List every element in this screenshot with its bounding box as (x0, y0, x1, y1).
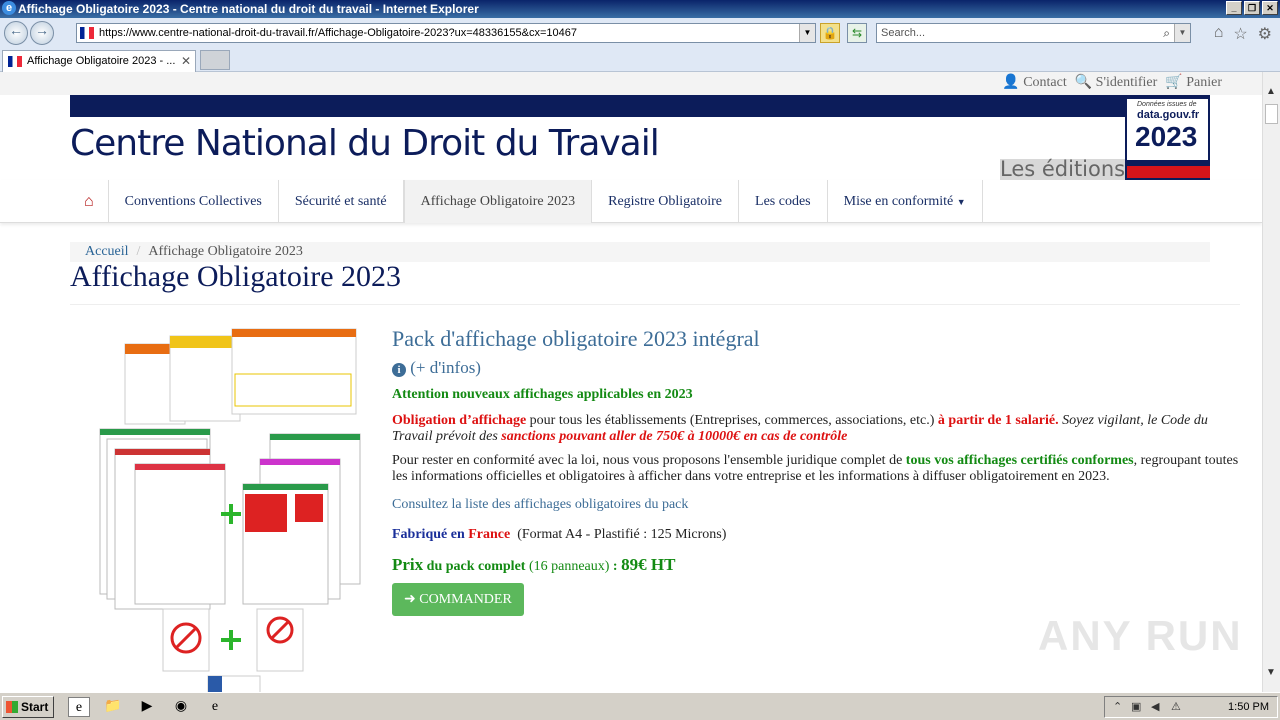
cart-icon: 🛒 (1165, 75, 1183, 90)
obligation-paragraph: Obligation d’affichage pour tous les éta… (392, 413, 1208, 444)
search-input[interactable]: Search... ⌕ ▼ (876, 23, 1191, 43)
menu-item-conventions[interactable]: Conventions Collectives (109, 180, 279, 223)
edge-icon[interactable]: e (204, 697, 226, 717)
folder-icon[interactable]: 📁 (102, 697, 124, 717)
search-icon: 🔍 (1074, 75, 1093, 90)
menu-item-securite[interactable]: Sécurité et santé (279, 180, 404, 223)
main-menu: ⌂ Conventions Collectives Sécurité et sa… (0, 180, 1262, 223)
tab-favicon-icon (8, 56, 22, 67)
search-placeholder: Search... (881, 27, 926, 39)
scroll-down-icon[interactable]: ▼ (1266, 667, 1276, 678)
top-links-bar: 👤 Contact 🔍 S'identifier 🛒 Panier (0, 72, 1262, 95)
contact-link[interactable]: 👤 Contact (1002, 74, 1066, 91)
page-title: Affichage Obligatoire 2023 (70, 260, 402, 293)
menu-item-codes[interactable]: Les codes (739, 180, 828, 223)
price-value: 89€ HT (621, 555, 676, 574)
tab-bar: Affichage Obligatoire 2023 - ... ✕ (0, 48, 1280, 72)
caret-down-icon: ▼ (956, 196, 966, 207)
address-dropdown-icon[interactable]: ▼ (799, 24, 815, 42)
product-pack-image[interactable] (95, 324, 370, 692)
divider (70, 304, 1240, 305)
network-icon[interactable]: ▣ (1131, 700, 1141, 713)
price-line: Prix du pack complet (16 panneaux) : 89€… (392, 555, 676, 574)
breadcrumb-current: Affichage Obligatoire 2023 (148, 244, 303, 259)
attention-notice: Attention nouveaux affichages applicable… (392, 387, 693, 402)
site-banner[interactable]: Centre National du Droit du Travail Les … (70, 95, 1210, 180)
chrome-icon[interactable]: ◉ (170, 697, 192, 717)
product-title: Pack d'affichage obligatoire 2023 intégr… (392, 326, 760, 351)
product-content: Pack d'affichage obligatoire 2023 intégr… (392, 326, 1244, 616)
settings-gear-icon[interactable]: ⚙ (1258, 24, 1272, 44)
address-bar[interactable]: https://www.centre-national-droit-du-tra… (76, 23, 816, 43)
home-icon[interactable]: ⌂ (70, 180, 109, 223)
search-icon[interactable]: ⌕ (1163, 24, 1170, 42)
menu-item-registre[interactable]: Registre Obligatoire (592, 180, 740, 223)
refresh-icon[interactable]: ⇆ (847, 23, 867, 43)
chevron-up-icon[interactable]: ⌃ (1113, 700, 1122, 713)
tab-active[interactable]: Affichage Obligatoire 2023 - ... ✕ (2, 50, 196, 72)
window-title: Affichage Obligatoire 2023 - Centre nati… (18, 2, 479, 16)
forward-arrow-icon[interactable]: → (30, 21, 54, 45)
ie-taskbar-icon[interactable]: e (68, 697, 90, 717)
minimize-button[interactable]: _ (1226, 1, 1242, 15)
menu-item-affichage[interactable]: Affichage Obligatoire 2023 (403, 180, 593, 223)
clock: 1:50 PM (1228, 701, 1269, 713)
scroll-thumb[interactable] (1265, 104, 1278, 124)
site-subtitle: Les éditions (1000, 157, 1126, 180)
tab-close-icon[interactable]: ✕ (181, 51, 191, 71)
conformity-paragraph: Pour rester en conformité avec la loi, n… (392, 453, 1239, 484)
cart-link[interactable]: 🛒 Panier (1165, 74, 1222, 91)
window-title-bar: e Affichage Obligatoire 2023 - Centre na… (0, 0, 1280, 18)
windows-logo-icon (6, 701, 18, 713)
start-button[interactable]: Start (2, 696, 54, 718)
login-link[interactable]: 🔍 S'identifier (1075, 74, 1158, 91)
info-icon: i (392, 363, 406, 377)
site-title: Centre National du Droit du Travail (70, 123, 660, 164)
list-link[interactable]: Consultez la liste des affichages obliga… (392, 497, 1244, 513)
breadcrumb-home-link[interactable]: Accueil (85, 244, 129, 259)
back-arrow-icon[interactable]: ← (4, 21, 28, 45)
search-dropdown-icon[interactable]: ▼ (1174, 24, 1190, 42)
tab-label: Affichage Obligatoire 2023 - ... (27, 55, 176, 67)
scroll-up-icon[interactable]: ▲ (1266, 86, 1276, 97)
site-favicon-icon (80, 27, 94, 39)
address-url: https://www.centre-national-droit-du-tra… (99, 27, 577, 39)
lock-icon[interactable]: 🔒 (820, 23, 840, 43)
data-gouv-badge: Données issues de data.gouv.fr 2023 (1125, 97, 1210, 180)
home-icon[interactable]: ⌂ (1214, 24, 1224, 44)
browser-toolbar: ← → https://www.centre-national-droit-du… (0, 18, 1280, 48)
new-tab-button[interactable] (200, 50, 230, 70)
watermark: ANY RUN (1038, 612, 1243, 659)
system-tray: ⌃ ▣ ◀ ⚠ 1:50 PM (1104, 696, 1278, 718)
warning-icon[interactable]: ⚠ (1171, 700, 1181, 713)
arrow-circle-icon: ➜ (404, 592, 416, 607)
vertical-scrollbar[interactable]: ▲ ▼ (1262, 72, 1280, 692)
web-page: 👤 Contact 🔍 S'identifier 🛒 Panier Centre… (0, 72, 1262, 692)
favorites-star-icon[interactable]: ☆ (1233, 24, 1247, 44)
ie-logo-icon: e (2, 1, 16, 15)
restore-button[interactable]: ❐ (1244, 1, 1260, 15)
menu-item-conformite[interactable]: Mise en conformité ▼ (828, 180, 983, 223)
user-icon: 👤 (1002, 75, 1020, 90)
order-button[interactable]: ➜ COMMANDER (392, 583, 524, 616)
breadcrumb: Accueil / Affichage Obligatoire 2023 (70, 242, 1210, 262)
media-player-icon[interactable]: ▶ (136, 697, 158, 717)
volume-icon[interactable]: ◀ (1151, 700, 1159, 713)
close-button[interactable]: ✕ (1262, 1, 1278, 15)
more-info-link[interactable]: i (+ d'infos) (392, 359, 1244, 377)
fabrication-info: Fabriqué en France (Format A4 - Plastifi… (392, 527, 727, 542)
taskbar: Start e 📁 ▶ ◉ e ⌃ ▣ ◀ ⚠ 1:50 PM (0, 692, 1280, 720)
